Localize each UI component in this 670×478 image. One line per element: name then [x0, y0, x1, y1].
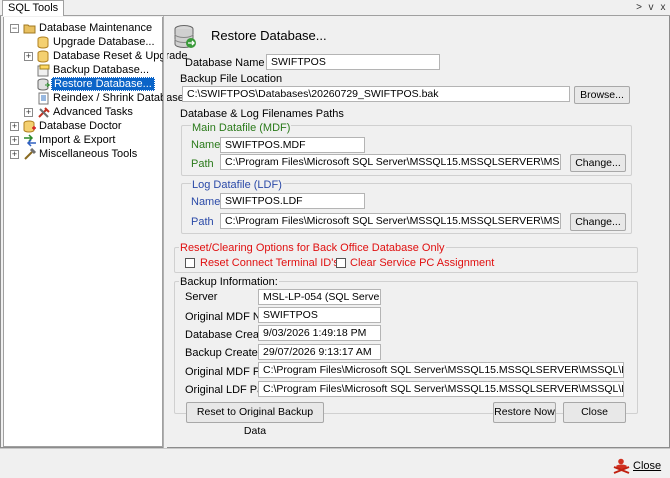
browse-button[interactable]: Browse... [574, 86, 630, 104]
mdf-name-label: Name [191, 139, 221, 151]
reset-terminal-label[interactable]: Reset Connect Terminal ID's [200, 257, 339, 269]
tree-item-backup-database[interactable]: Backup Database... [51, 64, 151, 77]
tree-item-database-maintenance[interactable]: Database Maintenance [37, 22, 154, 35]
pane-splitter[interactable] [163, 16, 167, 448]
database-upgrade-icon [37, 36, 49, 49]
original-mdf-name-value: SWIFTPOS [258, 307, 381, 323]
misc-tools-icon [24, 148, 37, 160]
mdf-path-input[interactable]: C:\Program Files\Microsoft SQL Server\MS… [220, 154, 561, 170]
database-name-label: Database Name [185, 57, 265, 69]
database-backup-icon [37, 64, 50, 77]
restore-database-panel: Restore Database... Database Name SWIFTP… [168, 16, 668, 448]
expand-icon[interactable]: + [24, 108, 33, 117]
tree-item-database-doctor[interactable]: Database Doctor [37, 120, 124, 133]
tab-list-dropdown-icon[interactable]: v [645, 1, 657, 14]
tab-close-icon[interactable]: x [657, 1, 669, 14]
filenames-paths-label: Database & Log Filenames Paths [180, 108, 344, 120]
database-restore-icon [37, 78, 50, 91]
navigation-tree[interactable]: − Database Maintenance Upgrade Database.… [3, 17, 188, 447]
ldf-name-input[interactable]: SWIFTPOS.LDF [220, 193, 365, 209]
doctor-icon [23, 120, 36, 133]
database-restore-icon [174, 25, 196, 49]
expand-icon[interactable]: + [24, 52, 33, 61]
ldf-path-label: Path [191, 216, 214, 228]
clear-service-label[interactable]: Clear Service PC Assignment [350, 257, 494, 269]
tree-item-advanced-tasks[interactable]: Advanced Tasks [51, 106, 135, 119]
close-person-icon [613, 458, 630, 474]
database-created-value: 9/03/2026 1:49:18 PM [258, 325, 381, 341]
tab-scroll-right-icon[interactable]: > [633, 1, 645, 14]
tree-item-miscellaneous-tools[interactable]: Miscellaneous Tools [37, 148, 139, 161]
ldf-path-input[interactable]: C:\Program Files\Microsoft SQL Server\MS… [220, 213, 561, 229]
tab-bar: SQL Tools > v x [0, 0, 670, 16]
original-mdf-path-value: C:\Program Files\Microsoft SQL Server\MS… [258, 362, 624, 378]
mdf-path-label: Path [191, 158, 214, 170]
tools-icon [38, 107, 50, 118]
log-datafile-legend: Log Datafile (LDF) [191, 179, 283, 191]
ldf-name-label: Name [191, 196, 221, 208]
backup-created-label: Backup Created [185, 347, 264, 359]
backup-info-legend: Backup Information: [179, 276, 279, 288]
collapse-icon[interactable]: − [10, 24, 19, 33]
database-reset-icon [37, 50, 49, 63]
statusbar-close-link[interactable]: Close [613, 458, 661, 474]
mdf-name-input[interactable]: SWIFTPOS.MDF [220, 137, 365, 153]
database-name-input[interactable]: SWIFTPOS [266, 54, 440, 70]
expand-icon[interactable]: + [10, 150, 19, 159]
original-ldf-path-value: C:\Program Files\Microsoft SQL Server\MS… [258, 381, 624, 397]
expand-icon[interactable]: + [10, 136, 19, 145]
close-button[interactable]: Close [563, 402, 626, 423]
tab-sql-tools[interactable]: SQL Tools [2, 0, 65, 16]
backup-created-value: 29/07/2026 9:13:17 AM [258, 344, 381, 360]
page-title: Restore Database... [211, 28, 327, 43]
tree-item-upgrade-database[interactable]: Upgrade Database... [51, 36, 157, 49]
statusbar-close-label[interactable]: Close [633, 460, 661, 472]
reset-terminal-checkbox[interactable] [185, 258, 195, 268]
clear-service-checkbox[interactable] [336, 258, 346, 268]
mdf-change-button[interactable]: Change... [570, 154, 626, 172]
backup-file-location-label: Backup File Location [180, 73, 283, 85]
server-label: Server [185, 291, 218, 303]
ldf-change-button[interactable]: Change... [570, 213, 626, 231]
database-reindex-icon [38, 92, 49, 105]
server-value: MSL-LP-054 (SQL Server 16.0.1 [258, 289, 381, 305]
folder-open-icon [23, 24, 36, 34]
tree-item-restore-database[interactable]: Restore Database... [51, 77, 155, 91]
import-export-icon [24, 134, 36, 147]
main-datafile-legend: Main Datafile (MDF) [191, 122, 292, 134]
expand-icon[interactable]: + [10, 122, 19, 131]
reset-original-backup-button[interactable]: Reset to Original Backup Data [186, 402, 324, 437]
restore-now-button[interactable]: Restore Now [493, 402, 556, 423]
tree-item-import-export[interactable]: Import & Export [37, 134, 117, 147]
reset-options-legend: Reset/Clearing Options for Back Office D… [179, 242, 446, 254]
status-bar: Close [0, 448, 670, 478]
backup-file-path-input[interactable]: C:\SWIFTPOS\Databases\20260729_SWIFTPOS.… [182, 86, 570, 102]
